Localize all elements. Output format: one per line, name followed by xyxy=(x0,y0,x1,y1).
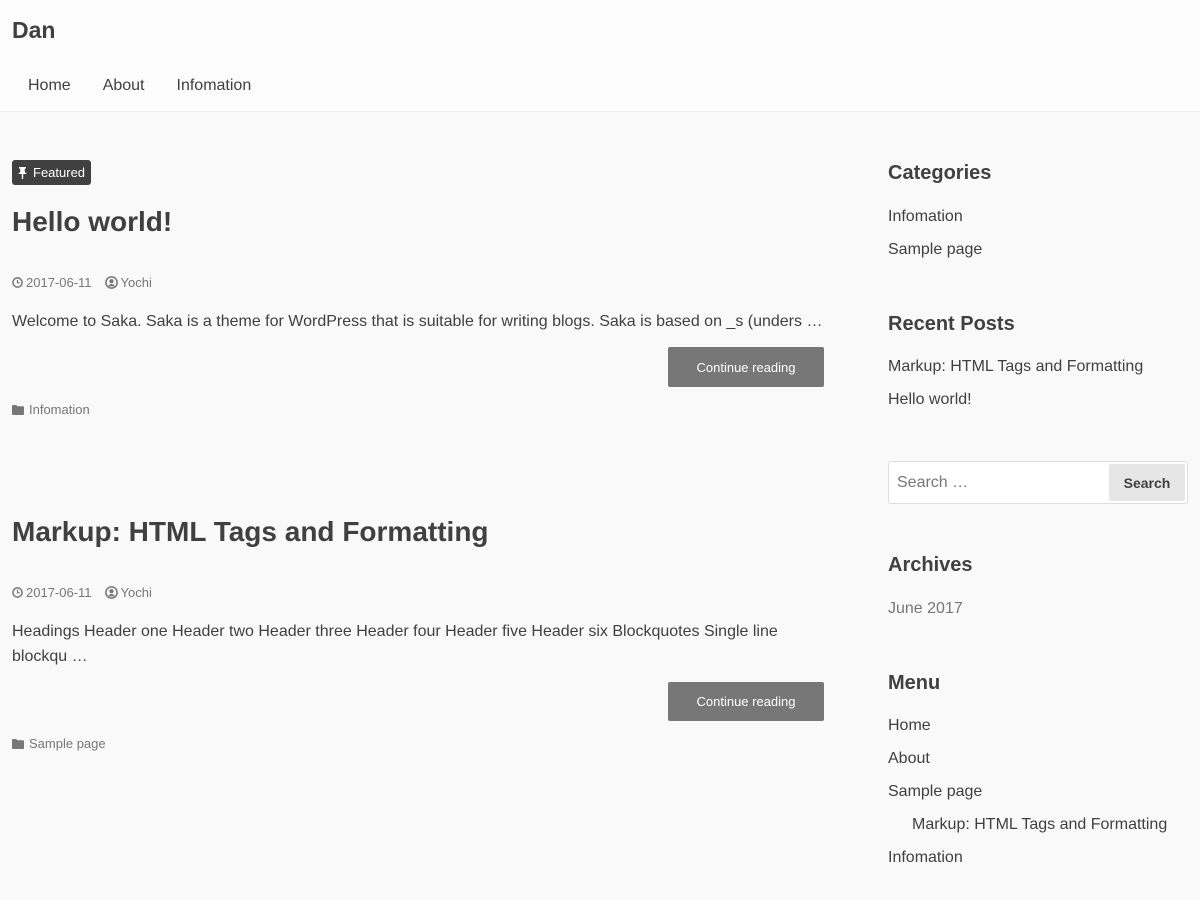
category-link[interactable]: Infomation xyxy=(888,208,963,226)
folder-icon xyxy=(12,738,24,749)
post-summary: Headings Header one Header two Header th… xyxy=(12,623,778,665)
main-nav: Home About Infomation xyxy=(12,75,267,97)
recent-posts-widget-title: Recent Posts xyxy=(888,313,1015,335)
nav-item-infomation[interactable]: Infomation xyxy=(161,75,268,97)
categories-widget-title: Categories xyxy=(888,162,992,184)
nav-item-home[interactable]: Home xyxy=(12,75,87,97)
site-header: Dan Home About Infomation xyxy=(0,0,1200,112)
nav-item-about[interactable]: About xyxy=(87,75,161,97)
search-input[interactable] xyxy=(889,462,1111,503)
menu-item-home[interactable]: Home xyxy=(888,717,931,735)
featured-badge: Featured xyxy=(12,160,92,185)
continue-reading-button[interactable]: Continue reading xyxy=(668,347,824,387)
post-category: Infomation xyxy=(12,402,90,417)
post-date-link[interactable]: 2017-06-11 xyxy=(26,585,92,600)
clock-icon xyxy=(12,277,23,288)
category-link[interactable]: Sample page xyxy=(888,241,982,259)
recent-post-link[interactable]: Markup: HTML Tags and Formatting xyxy=(888,358,1143,376)
site-title[interactable]: Dan xyxy=(12,17,55,44)
post-date: 2017-06-11 xyxy=(12,585,92,600)
post-author-link[interactable]: Yochi xyxy=(121,585,152,600)
continue-reading-button[interactable]: Continue reading xyxy=(668,682,824,721)
post-category-link[interactable]: Infomation xyxy=(29,402,90,417)
archive-link[interactable]: June 2017 xyxy=(888,600,963,618)
user-icon xyxy=(104,586,118,599)
post-meta: 2017-06-11 Yochi xyxy=(12,275,165,290)
post-date: 2017-06-11 xyxy=(12,275,92,290)
archives-widget-title: Archives xyxy=(888,554,973,576)
post-category: Sample page xyxy=(12,736,106,751)
menu-widget-title: Menu xyxy=(888,672,941,694)
menu-item-infomation[interactable]: Infomation xyxy=(888,849,963,867)
menu-item-about[interactable]: About xyxy=(888,750,930,768)
post-author: Yochi xyxy=(104,585,152,600)
post-date-link[interactable]: 2017-06-11 xyxy=(26,275,92,290)
search-form: Search xyxy=(888,461,1188,504)
post-title[interactable]: Markup: HTML Tags and Formatting xyxy=(12,516,489,548)
recent-post-link[interactable]: Hello world! xyxy=(888,391,972,409)
featured-badge-label: Featured xyxy=(33,165,86,180)
user-icon xyxy=(104,276,118,289)
clock-icon xyxy=(12,587,23,598)
post-author-link[interactable]: Yochi xyxy=(121,275,152,290)
folder-icon xyxy=(12,404,24,415)
post-summary: Welcome to Saka. Saka is a theme for Wor… xyxy=(12,313,823,330)
menu-item-sample-page[interactable]: Sample page xyxy=(888,783,982,801)
post-meta: 2017-06-11 Yochi xyxy=(12,585,165,600)
post-title[interactable]: Hello world! xyxy=(12,206,172,238)
post-category-link[interactable]: Sample page xyxy=(29,736,106,751)
post-author: Yochi xyxy=(104,275,152,290)
menu-item-markup-html-tags[interactable]: Markup: HTML Tags and Formatting xyxy=(912,816,1167,834)
search-button[interactable]: Search xyxy=(1109,464,1185,501)
pin-icon xyxy=(18,166,27,179)
